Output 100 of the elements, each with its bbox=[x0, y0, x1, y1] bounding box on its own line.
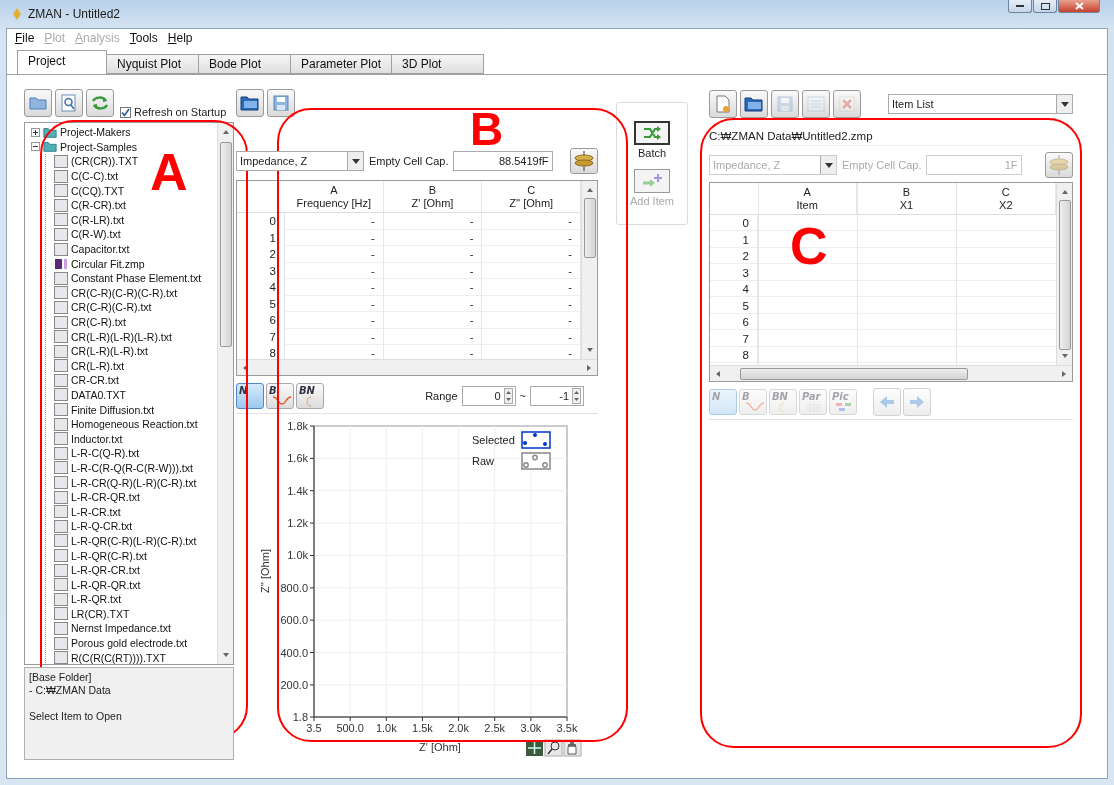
row-number: 1 bbox=[710, 231, 758, 248]
column-header[interactable]: A Frequency [Hz] bbox=[285, 181, 384, 213]
tree-item[interactable]: Homogeneous Reaction.txt bbox=[71, 418, 198, 431]
tree-item[interactable]: L-R-Q-CR.txt bbox=[71, 520, 133, 533]
tree-item[interactable]: Porous gold electrode.txt bbox=[71, 637, 188, 650]
tree-item[interactable]: C(C-C).txt bbox=[71, 170, 119, 183]
tree-item[interactable]: L-R-QR(C-R)(L-R)(C-R).txt bbox=[71, 534, 197, 547]
file-icon bbox=[54, 169, 68, 183]
scrollbar[interactable] bbox=[581, 181, 597, 359]
file-icon bbox=[54, 578, 68, 592]
tree-item[interactable]: L-R-QR(C-R).txt bbox=[71, 549, 147, 562]
annotation-letter: C bbox=[790, 226, 828, 268]
tree-item[interactable]: LR(CR).TXT bbox=[71, 607, 130, 620]
tick-label: 1.4k bbox=[287, 484, 308, 497]
tree-item[interactable]: L-R-C(R-Q(R-C(R-W))).txt bbox=[71, 461, 193, 474]
spin-field[interactable]: 0 bbox=[461, 386, 516, 406]
tab[interactable]: Project bbox=[17, 50, 107, 74]
tree-item[interactable]: L-R-QR-CR.txt bbox=[71, 564, 140, 577]
toolbar-button[interactable] bbox=[740, 90, 768, 118]
tick-label: 1.0k bbox=[375, 722, 397, 734]
scrollbar[interactable] bbox=[710, 365, 1072, 381]
tick-label: 3.0k bbox=[520, 722, 542, 734]
spinner-icon[interactable] bbox=[503, 388, 513, 404]
file-icon bbox=[54, 184, 68, 198]
row-number: 0 bbox=[710, 215, 758, 232]
tab[interactable]: Nyquist Plot bbox=[107, 54, 199, 74]
tree-item[interactable]: CR(L-R)(L-R).txt bbox=[71, 345, 148, 358]
tree-item[interactable]: CR(C-R)(C-R).txt bbox=[71, 301, 152, 314]
minimize-button[interactable] bbox=[1008, 0, 1032, 13]
file-icon bbox=[54, 300, 68, 314]
column-header[interactable]: C Z'' [Ohm] bbox=[482, 181, 581, 213]
collapse-icon[interactable] bbox=[31, 142, 40, 152]
toolbar-button[interactable] bbox=[236, 89, 264, 117]
tab[interactable]: Bode Plot bbox=[199, 54, 291, 74]
tree-item[interactable]: Project-Makers bbox=[60, 126, 131, 139]
tab[interactable]: 3D Plot bbox=[392, 54, 485, 74]
toolbar-button[interactable] bbox=[267, 89, 295, 117]
range-separator: ~ bbox=[519, 390, 526, 402]
menu-item[interactable]: Help bbox=[167, 31, 193, 45]
column-header[interactable]: B X1 bbox=[857, 183, 957, 215]
tree-item[interactable]: Capacitor.txt bbox=[71, 243, 130, 256]
menu-item[interactable]: File bbox=[15, 31, 35, 45]
menu-item[interactable]: Tools bbox=[129, 31, 158, 45]
item-list-dropdown[interactable]: Item List bbox=[888, 94, 1073, 114]
capacitance-field[interactable]: 88.5419fF bbox=[453, 151, 554, 171]
checkbox[interactable] bbox=[120, 106, 131, 118]
caret-icon bbox=[1060, 101, 1069, 107]
row-number: 4 bbox=[710, 281, 758, 298]
file-icon bbox=[54, 490, 68, 504]
spinner-icon[interactable] bbox=[572, 388, 581, 404]
tree-item[interactable]: CR(L-R)(L-R)(L-R).txt bbox=[71, 330, 172, 343]
tree-item[interactable]: DATA0.TXT bbox=[71, 389, 127, 401]
scrollbar[interactable] bbox=[1056, 183, 1072, 365]
field-label: Empty Cell Cap. bbox=[842, 159, 922, 171]
column-header[interactable]: B Z' [Ohm] bbox=[383, 181, 483, 213]
minimize-icon bbox=[1016, 4, 1024, 8]
tree-item[interactable]: CR(C-R)(C-R)(C-R).txt bbox=[71, 286, 178, 299]
tree-item[interactable]: C(R-W).txt bbox=[71, 228, 121, 241]
tree-item[interactable]: Circular Fit.zmp bbox=[71, 257, 145, 270]
folder-icon bbox=[43, 140, 57, 154]
tree-item[interactable]: Inductor.txt bbox=[71, 432, 123, 445]
tree-item[interactable]: Finite Diffusion.txt bbox=[71, 403, 155, 416]
plot-mode-button[interactable]: B bbox=[266, 383, 294, 409]
info-text: - C:₩ZMAN Data bbox=[29, 684, 112, 697]
capacitor-button[interactable] bbox=[570, 148, 598, 174]
scrollbar[interactable] bbox=[217, 123, 233, 664]
column-header[interactable]: A Item bbox=[758, 183, 858, 215]
file-icon bbox=[54, 563, 68, 577]
tree-item[interactable]: CR(C-R).txt bbox=[71, 316, 126, 328]
tree-item[interactable]: (CR(CR)).TXT bbox=[71, 155, 139, 168]
tree-item[interactable]: L-R-CR.txt bbox=[71, 505, 121, 518]
tree-item[interactable]: Nernst Impedance.txt bbox=[71, 622, 171, 635]
tree-item[interactable]: C(R-LR).txt bbox=[71, 213, 125, 226]
maximize-button[interactable] bbox=[1033, 0, 1057, 13]
plot-mode-button[interactable]: BN bbox=[296, 383, 324, 409]
tree-item[interactable]: L-R-C(Q-R).txt bbox=[71, 447, 140, 460]
quantity-dropdown[interactable]: Impedance, Z bbox=[236, 151, 364, 171]
toolbar-button[interactable] bbox=[86, 89, 114, 117]
tab[interactable]: Parameter Plot bbox=[291, 54, 393, 74]
tree-item[interactable]: L-R-QR-QR.txt bbox=[71, 578, 141, 591]
row-number: 4 bbox=[237, 279, 285, 296]
scrollbar[interactable] bbox=[237, 359, 597, 375]
tree-item[interactable]: Constant Phase Element.txt bbox=[71, 272, 202, 285]
tree-item[interactable]: C(R-CR).txt bbox=[71, 199, 126, 212]
search-icon bbox=[61, 94, 77, 112]
save-icon bbox=[777, 96, 793, 112]
tree-item[interactable]: L-R-CR(Q-R)(L-R)(C-R).txt bbox=[71, 476, 197, 489]
expand-icon[interactable] bbox=[31, 127, 40, 137]
tree-item[interactable]: L-R-CR-QR.txt bbox=[71, 491, 140, 504]
tree-item[interactable]: R(C(R(C(RT)))).TXT bbox=[71, 651, 166, 664]
tree-item[interactable]: L-R-QR.txt bbox=[71, 593, 122, 606]
row-number: 7 bbox=[710, 330, 758, 347]
tree-item[interactable]: C(CQ).TXT bbox=[71, 184, 125, 197]
tree-item[interactable]: Project-Samples bbox=[60, 140, 138, 153]
spin-field[interactable]: -1 bbox=[530, 386, 584, 406]
close-button[interactable] bbox=[1058, 0, 1100, 13]
tree-item[interactable]: CR-CR.txt bbox=[71, 374, 119, 387]
toolbar-button[interactable] bbox=[55, 89, 83, 117]
caret-icon bbox=[824, 162, 833, 168]
tree-item[interactable]: CR(L-R).txt bbox=[71, 359, 125, 372]
